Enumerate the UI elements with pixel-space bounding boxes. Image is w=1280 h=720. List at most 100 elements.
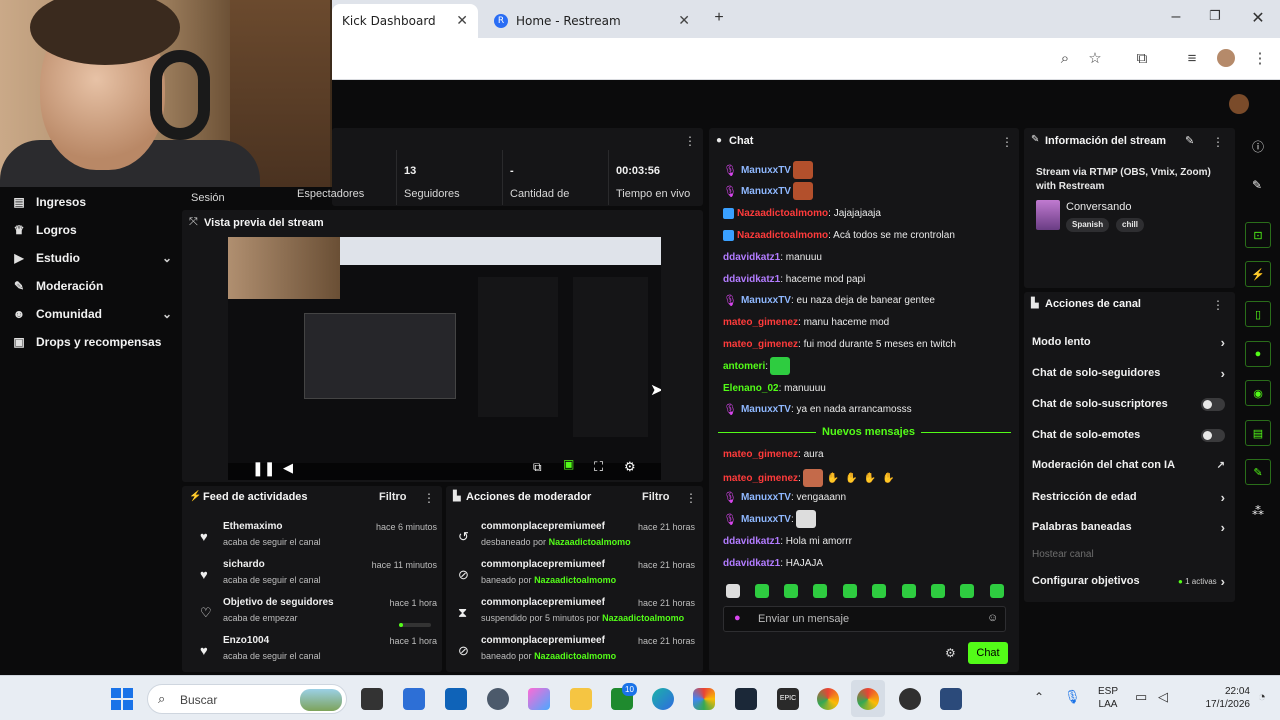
taskbar-app-capture[interactable] xyxy=(940,688,962,710)
feed-menu-icon[interactable]: ⋮ xyxy=(423,491,435,505)
channel-actions-menu-icon[interactable]: ⋮ xyxy=(1212,298,1224,312)
emote-icon[interactable] xyxy=(784,584,798,598)
rail-camera-icon[interactable]: ⊡ xyxy=(1245,222,1271,248)
rail-broadcast-icon[interactable]: ◉ xyxy=(1245,380,1271,406)
minimize-icon[interactable]: – xyxy=(1166,8,1186,26)
action-configurar-objetivos[interactable]: Configurar objetivos ● 1 activas › xyxy=(1032,570,1225,592)
extensions-icon[interactable]: ⧉ xyxy=(1132,49,1152,69)
taskbar-app-explorer[interactable] xyxy=(570,688,592,710)
chat-username[interactable]: mateo_gimenez xyxy=(723,473,798,484)
emote-icon[interactable] xyxy=(902,584,916,598)
chat-menu-icon[interactable]: ⋮ xyxy=(1001,135,1013,149)
rail-lightning-icon[interactable]: ⚡ xyxy=(1245,261,1271,287)
mod-by[interactable]: Nazaadictoalmomo xyxy=(534,651,616,661)
sidebar-item-logros[interactable]: ♛ Logros xyxy=(12,219,172,241)
sidebar-item-estudio[interactable]: ▶ Estudio ⌄ xyxy=(12,247,172,269)
emote-icon[interactable] xyxy=(843,584,857,598)
taskbar-app-chrome[interactable] xyxy=(817,688,839,710)
taskbar-app-steam[interactable] xyxy=(735,688,757,710)
chat-username[interactable]: ManuxxTV xyxy=(741,404,791,415)
action-restriccion-edad[interactable]: Restricción de edad › xyxy=(1032,486,1225,508)
taskbar-app-edge-game[interactable] xyxy=(487,688,509,710)
sidebar-item-moderacion[interactable]: ✎ Moderación xyxy=(12,275,172,297)
taskbar-app-outlook[interactable] xyxy=(445,688,467,710)
modactions-menu-icon[interactable]: ⋮ xyxy=(685,491,697,505)
taskbar-app-obs[interactable] xyxy=(899,688,921,710)
rail-wrench-icon[interactable]: ✎ xyxy=(1245,459,1271,485)
streaminfo-menu-icon[interactable]: ⋮ xyxy=(1212,135,1224,149)
rail-chat-icon[interactable]: ● xyxy=(1245,341,1271,367)
rail-layout-icon[interactable]: ▤ xyxy=(1245,420,1271,446)
chat-username[interactable]: Elenano_02 xyxy=(723,383,779,394)
info-icon[interactable]: ⓘ xyxy=(1252,138,1264,155)
browser-menu-icon[interactable]: ⋮ xyxy=(1250,49,1270,69)
taskbar-app-store[interactable] xyxy=(403,688,425,710)
chat-username[interactable]: ManuxxTV xyxy=(741,186,791,197)
toggle-switch[interactable] xyxy=(1201,428,1225,442)
profile-avatar-icon[interactable] xyxy=(1216,49,1236,69)
feed-filter-button[interactable]: Filtro xyxy=(379,491,407,503)
modactions-filter-button[interactable]: Filtro xyxy=(642,491,670,503)
action-modo-lento[interactable]: Modo lento › xyxy=(1032,331,1225,353)
pip-icon[interactable]: ⧉ xyxy=(533,460,542,475)
zoom-icon[interactable]: ⌕ xyxy=(1055,49,1075,69)
mod-by[interactable]: Nazaadictoalmomo xyxy=(602,613,684,623)
chat-username[interactable]: ddavidkatz1 xyxy=(723,536,780,547)
chat-username[interactable]: Nazaadictoalmomo xyxy=(737,208,828,219)
chat-username[interactable]: antomeri xyxy=(723,361,765,372)
action-solo-seguidores[interactable]: Chat de solo-seguidores › xyxy=(1032,362,1225,384)
action-moderacion-ia[interactable]: Moderación del chat con IA ↗ xyxy=(1032,454,1225,476)
close-tab-icon[interactable]: ✕ xyxy=(678,13,690,29)
sidebar-item-drops[interactable]: ▣ Drops y recompensas xyxy=(12,331,172,353)
stats-menu-icon[interactable]: ⋮ xyxy=(684,134,696,148)
toggle-switch[interactable] xyxy=(1201,397,1225,411)
network-icon[interactable]: ▭ xyxy=(1135,689,1147,705)
chat-username[interactable]: ddavidkatz1 xyxy=(723,274,780,285)
tab-kick-dashboard[interactable]: Kick Dashboard ✕ xyxy=(332,4,478,38)
chat-username[interactable]: ManuxxTV xyxy=(741,492,791,503)
bookmark-star-icon[interactable]: ☆ xyxy=(1085,49,1105,69)
emote-icon[interactable] xyxy=(872,584,886,598)
chat-username[interactable]: ddavidkatz1 xyxy=(723,558,780,569)
chat-input[interactable]: ● Enviar un mensaje ☺ xyxy=(723,606,1006,632)
new-tab-button[interactable]: + xyxy=(709,9,729,27)
mod-by[interactable]: Nazaadictoalmomo xyxy=(534,575,616,585)
emote-icon[interactable] xyxy=(931,584,945,598)
chat-username[interactable]: Nazaadictoalmomo xyxy=(737,230,828,241)
chat-username[interactable]: ddavidkatz1 xyxy=(723,252,780,263)
emoji-icon[interactable]: ☺ xyxy=(987,612,998,624)
volume-icon[interactable]: ◀ xyxy=(283,460,293,476)
taskbar-app-photos[interactable] xyxy=(693,688,715,710)
chat-username[interactable]: ManuxxTV xyxy=(741,165,791,176)
emote-icon[interactable] xyxy=(960,584,974,598)
chat-settings-icon[interactable]: ⚙ xyxy=(945,646,956,660)
chevron-up-icon[interactable]: ⌃ xyxy=(1034,690,1044,704)
send-chat-button[interactable]: Chat xyxy=(968,642,1008,664)
chat-username[interactable]: ManuxxTV xyxy=(741,295,791,306)
rail-document-icon[interactable]: ▯ xyxy=(1245,301,1271,327)
settings-gear-icon[interactable]: ⚙ xyxy=(624,459,636,475)
media-queue-icon[interactable]: ≡ xyxy=(1182,49,1202,69)
action-solo-suscriptores[interactable]: Chat de solo-suscriptores xyxy=(1032,393,1225,415)
chat-username[interactable]: mateo_gimenez xyxy=(723,339,798,350)
user-avatar[interactable] xyxy=(1229,94,1249,114)
maximize-icon[interactable]: ❐ xyxy=(1205,8,1225,24)
action-palabras-baneadas[interactable]: Palabras baneadas › xyxy=(1032,516,1225,538)
clock[interactable]: 22:04 17/1/2026 xyxy=(1188,685,1251,711)
speaker-icon[interactable]: ◁ xyxy=(1158,689,1168,705)
rail-share-icon[interactable]: ⁂ xyxy=(1252,504,1264,518)
close-tab-icon[interactable]: ✕ xyxy=(456,13,468,29)
notifications-icon[interactable]: ◔ xyxy=(1258,689,1266,704)
windows-start-icon[interactable] xyxy=(111,688,133,710)
taskbar-app-edge[interactable] xyxy=(652,688,674,710)
stream-preview-video[interactable]: ❚❚ ◀ ⧉ ▣ ⛶ ⚙ ➤ xyxy=(228,237,661,480)
taskbar-app-copilot[interactable] xyxy=(528,688,550,710)
close-window-icon[interactable]: ✕ xyxy=(1248,8,1268,28)
taskbar-app-terminal[interactable] xyxy=(361,688,383,710)
mod-by[interactable]: Nazaadictoalmomo xyxy=(549,537,631,547)
pause-icon[interactable]: ❚❚ xyxy=(252,460,275,477)
emote-icon[interactable] xyxy=(726,584,740,598)
chat-username[interactable]: mateo_gimenez xyxy=(723,317,798,328)
emote-icon[interactable] xyxy=(990,584,1004,598)
edit-pencil-icon[interactable]: ✎ xyxy=(1185,134,1194,147)
